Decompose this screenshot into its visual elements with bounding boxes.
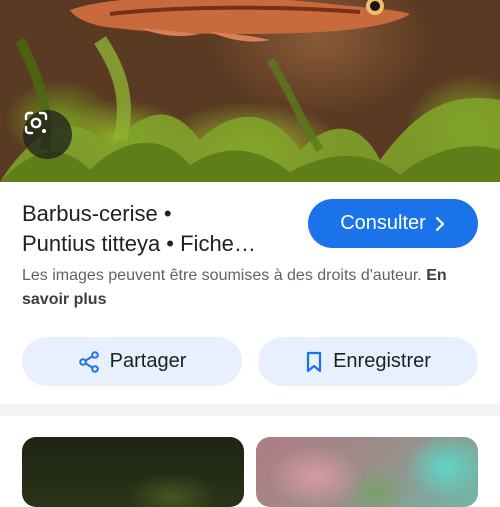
result-title[interactable]: Barbus-cerise • Puntius titteya • Fiche… bbox=[22, 199, 302, 259]
copyright-notice-text: Les images peuvent être soumises à des d… bbox=[22, 267, 422, 284]
share-button[interactable]: Partager bbox=[22, 337, 242, 386]
result-title-line2: Puntius titteya • Fiche… bbox=[22, 231, 256, 256]
related-image-thumbnail[interactable] bbox=[22, 437, 244, 507]
save-button-label: Enregistrer bbox=[333, 350, 431, 372]
visit-button[interactable]: Consulter bbox=[308, 199, 478, 248]
section-divider bbox=[0, 404, 500, 416]
google-lens-icon bbox=[24, 111, 48, 135]
share-icon bbox=[78, 350, 99, 373]
google-lens-button[interactable] bbox=[23, 110, 72, 159]
share-button-label: Partager bbox=[109, 350, 187, 372]
related-image-thumbnail[interactable] bbox=[256, 437, 478, 507]
save-button[interactable]: Enregistrer bbox=[258, 337, 478, 386]
chevron-right-icon bbox=[435, 216, 444, 231]
bookmark-icon bbox=[306, 351, 322, 372]
aquarium-photo bbox=[0, 0, 500, 182]
result-image[interactable] bbox=[0, 0, 500, 182]
copyright-notice: Les images peuvent être soumises à des d… bbox=[22, 264, 472, 312]
visit-button-label: Consulter bbox=[340, 212, 426, 234]
result-title-line1: Barbus-cerise • bbox=[22, 201, 172, 226]
